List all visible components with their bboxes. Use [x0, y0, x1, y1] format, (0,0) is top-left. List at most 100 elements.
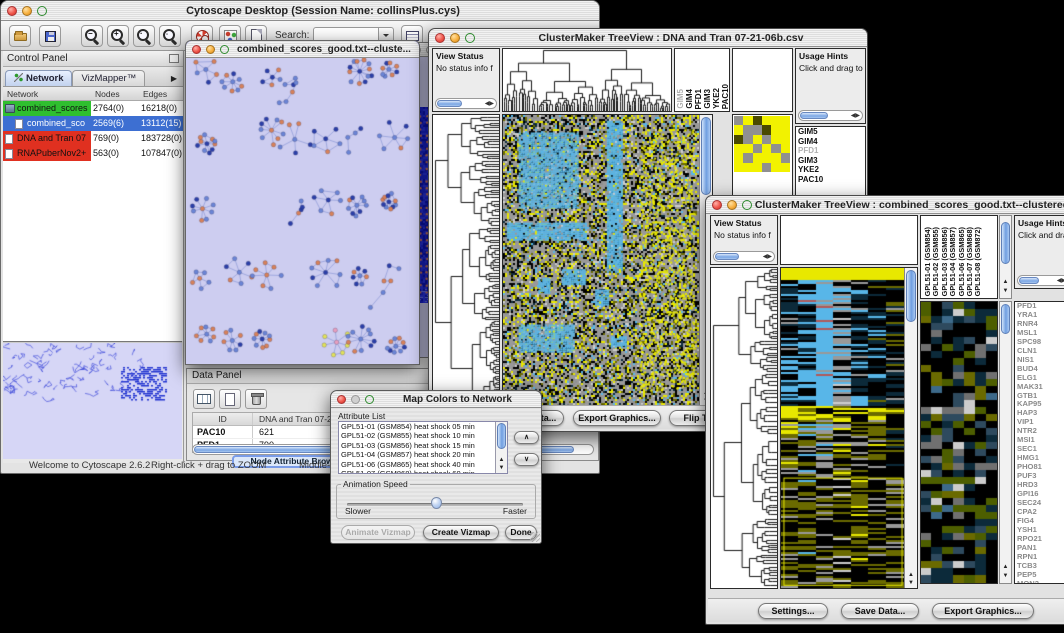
network-overview-pane[interactable] — [3, 341, 182, 459]
attribute-list-item[interactable]: GPL51-04 (GSM857) heat shock 20 min — [339, 450, 507, 459]
resize-grip[interactable] — [530, 532, 540, 542]
network-view-titlebar[interactable]: combined_scores_good.txt--cluste... — [186, 41, 419, 58]
attribute-list-item[interactable]: GPL51-02 (GSM855) heat shock 10 min — [339, 431, 507, 440]
column-label[interactable]: GPL51-04 (GSM857) — [949, 227, 957, 296]
column-label[interactable]: PAC10 — [721, 84, 730, 109]
gene-label[interactable]: YKE2 — [796, 165, 865, 175]
zoom-heatmap-canvas[interactable] — [921, 302, 997, 583]
zoom-vscrollbar[interactable]: ▲▼ — [999, 301, 1012, 584]
zoom-selected-button[interactable] — [133, 25, 155, 47]
attribute-list-vscrollbar[interactable]: ▲▼ — [495, 422, 507, 473]
save-data-button[interactable]: Save Data... — [841, 603, 919, 619]
network-row[interactable]: RNAPuberNov2+ 563(0) 107847(0) — [3, 146, 183, 161]
column-dendrogram-panel[interactable] — [502, 48, 672, 112]
network-row[interactable]: combined_scores 2764(0) 16218(0) — [3, 101, 183, 116]
speed-slider-thumb[interactable] — [431, 497, 442, 509]
zoom-window-icon[interactable] — [37, 6, 47, 16]
usage-hints-hscrollbar[interactable]: ◀▶ — [1017, 275, 1064, 286]
column-dendrogram-panel[interactable] — [780, 215, 918, 265]
network-overview-canvas[interactable] — [3, 343, 180, 457]
export-graphics-button[interactable]: Export Graphics... — [573, 410, 661, 426]
faster-label: Faster — [503, 506, 527, 516]
network-row-icon — [5, 134, 13, 144]
new-attribute-button[interactable] — [219, 389, 241, 409]
close-icon[interactable] — [192, 45, 201, 54]
close-icon[interactable] — [435, 33, 445, 43]
save-session-button[interactable] — [39, 25, 61, 47]
settings-button[interactable]: Settings... — [758, 603, 828, 619]
zoom-window-icon[interactable] — [465, 33, 475, 43]
gene-label[interactable]: GIM4 — [796, 137, 865, 147]
zoom-in-button[interactable] — [107, 25, 129, 47]
trash-icon — [252, 394, 261, 405]
float-panel-icon[interactable] — [169, 54, 179, 63]
column-label[interactable]: PFD1 — [694, 89, 703, 109]
select-attributes-button[interactable] — [193, 389, 215, 409]
zoom-window-icon[interactable] — [220, 45, 229, 54]
move-down-button[interactable]: ∨ — [514, 453, 539, 466]
gene-label[interactable]: MON2 — [1015, 580, 1064, 584]
view-status-hscrollbar[interactable]: ◀▶ — [713, 251, 775, 262]
row-dendrogram-panel[interactable] — [432, 114, 500, 407]
tab-network[interactable]: Network — [5, 70, 72, 86]
tab-overflow-arrow-icon[interactable]: ▶ — [171, 74, 181, 86]
treeview2-titlebar[interactable]: ClusterMaker TreeView : combined_scores_… — [706, 196, 1064, 214]
minimize-icon[interactable] — [351, 395, 360, 404]
export-graphics-button[interactable]: Export Graphics... — [932, 603, 1034, 619]
zoom-heatmap-panel[interactable] — [920, 301, 998, 584]
main-titlebar[interactable]: Cytoscape Desktop (Session Name: collins… — [1, 1, 599, 21]
treeview1-titlebar[interactable]: ClusterMaker TreeView : DNA and Tran 07-… — [429, 29, 867, 47]
attribute-list-item[interactable]: GPL51-03 (GSM856) heat shock 15 min — [339, 441, 507, 450]
zoom-window-icon[interactable] — [365, 395, 374, 404]
network-graph-canvas[interactable] — [186, 58, 419, 364]
move-up-button[interactable]: ∧ — [514, 431, 539, 444]
animate-vizmap-button[interactable]: Animate Vizmap — [341, 525, 415, 540]
column-label[interactable]: GIM3 — [703, 89, 712, 109]
zoom-out-button[interactable] — [81, 25, 103, 47]
delete-attribute-button[interactable] — [245, 389, 267, 409]
minimize-icon[interactable] — [22, 6, 32, 16]
attribute-list-item[interactable]: GPL51-06 (GSM865) heat shock 40 min — [339, 460, 507, 469]
usage-hints-text: Click and drag to — [1015, 228, 1064, 240]
global-heatmap-canvas[interactable] — [503, 115, 699, 406]
tab-vizmapper[interactable]: VizMapper™ — [72, 70, 145, 86]
create-vizmap-button[interactable]: Create Vizmap — [423, 525, 499, 540]
global-heatmap-canvas[interactable] — [781, 268, 904, 588]
close-icon[interactable] — [712, 200, 722, 210]
zoom-window-icon[interactable] — [742, 200, 752, 210]
treeview2-buttons: Settings... Save Data... Export Graphics… — [708, 598, 1064, 622]
minimize-icon[interactable] — [727, 200, 737, 210]
usage-hints-title: Usage Hints — [796, 49, 865, 61]
row-dendrogram-canvas[interactable] — [433, 115, 499, 406]
column-labels-vscrollbar[interactable]: ▲▼ — [999, 215, 1012, 299]
gene-label[interactable]: PFD1 — [796, 146, 865, 156]
network-edges-count: 16218(0) — [141, 103, 177, 113]
global-heatmap-panel[interactable]: ▲▼ — [780, 267, 918, 589]
usage-hints-hscrollbar[interactable]: ◀▶ — [798, 110, 863, 121]
global-heatmap-panel[interactable]: ▲▼ — [502, 114, 713, 407]
zoom-heatmap-matrix[interactable] — [734, 116, 790, 172]
column-label[interactable]: GIM4 — [685, 89, 694, 109]
attribute-list-item[interactable]: GPL51-07 (GSM868) heat shock 60 min — [339, 469, 507, 474]
view-status-hscrollbar[interactable]: ◀▶ — [435, 98, 497, 109]
row-dendrogram-canvas[interactable] — [711, 268, 777, 588]
row-dendrogram-panel[interactable] — [710, 267, 778, 589]
close-icon[interactable] — [337, 395, 346, 404]
gene-label[interactable]: GIM5 — [796, 127, 865, 137]
minimize-icon[interactable] — [450, 33, 460, 43]
column-dendrogram-canvas[interactable] — [503, 49, 671, 111]
minimize-icon[interactable] — [206, 45, 215, 54]
close-icon[interactable] — [7, 6, 17, 16]
network-row[interactable]: DNA and Tran 07 769(0) 183728(0) — [3, 131, 183, 146]
gene-label[interactable]: GIM3 — [796, 156, 865, 166]
column-label[interactable]: GPL51-08 (GSM872) — [974, 227, 982, 296]
open-session-button[interactable] — [9, 25, 31, 47]
heatmap-vscrollbar[interactable]: ▲▼ — [904, 268, 917, 588]
zoom-fit-button[interactable] — [159, 25, 181, 47]
column-label[interactable]: GIM5 — [676, 89, 685, 109]
gene-label[interactable]: PAC10 — [796, 175, 865, 185]
column-label[interactable]: YKE2 — [712, 88, 721, 109]
dialog-titlebar[interactable]: Map Colors to Network — [331, 391, 541, 408]
attribute-list-item[interactable]: GPL51-01 (GSM854) heat shock 05 min — [339, 422, 507, 431]
network-row[interactable]: combined_sco 2569(6) 13112(15) — [3, 116, 183, 131]
